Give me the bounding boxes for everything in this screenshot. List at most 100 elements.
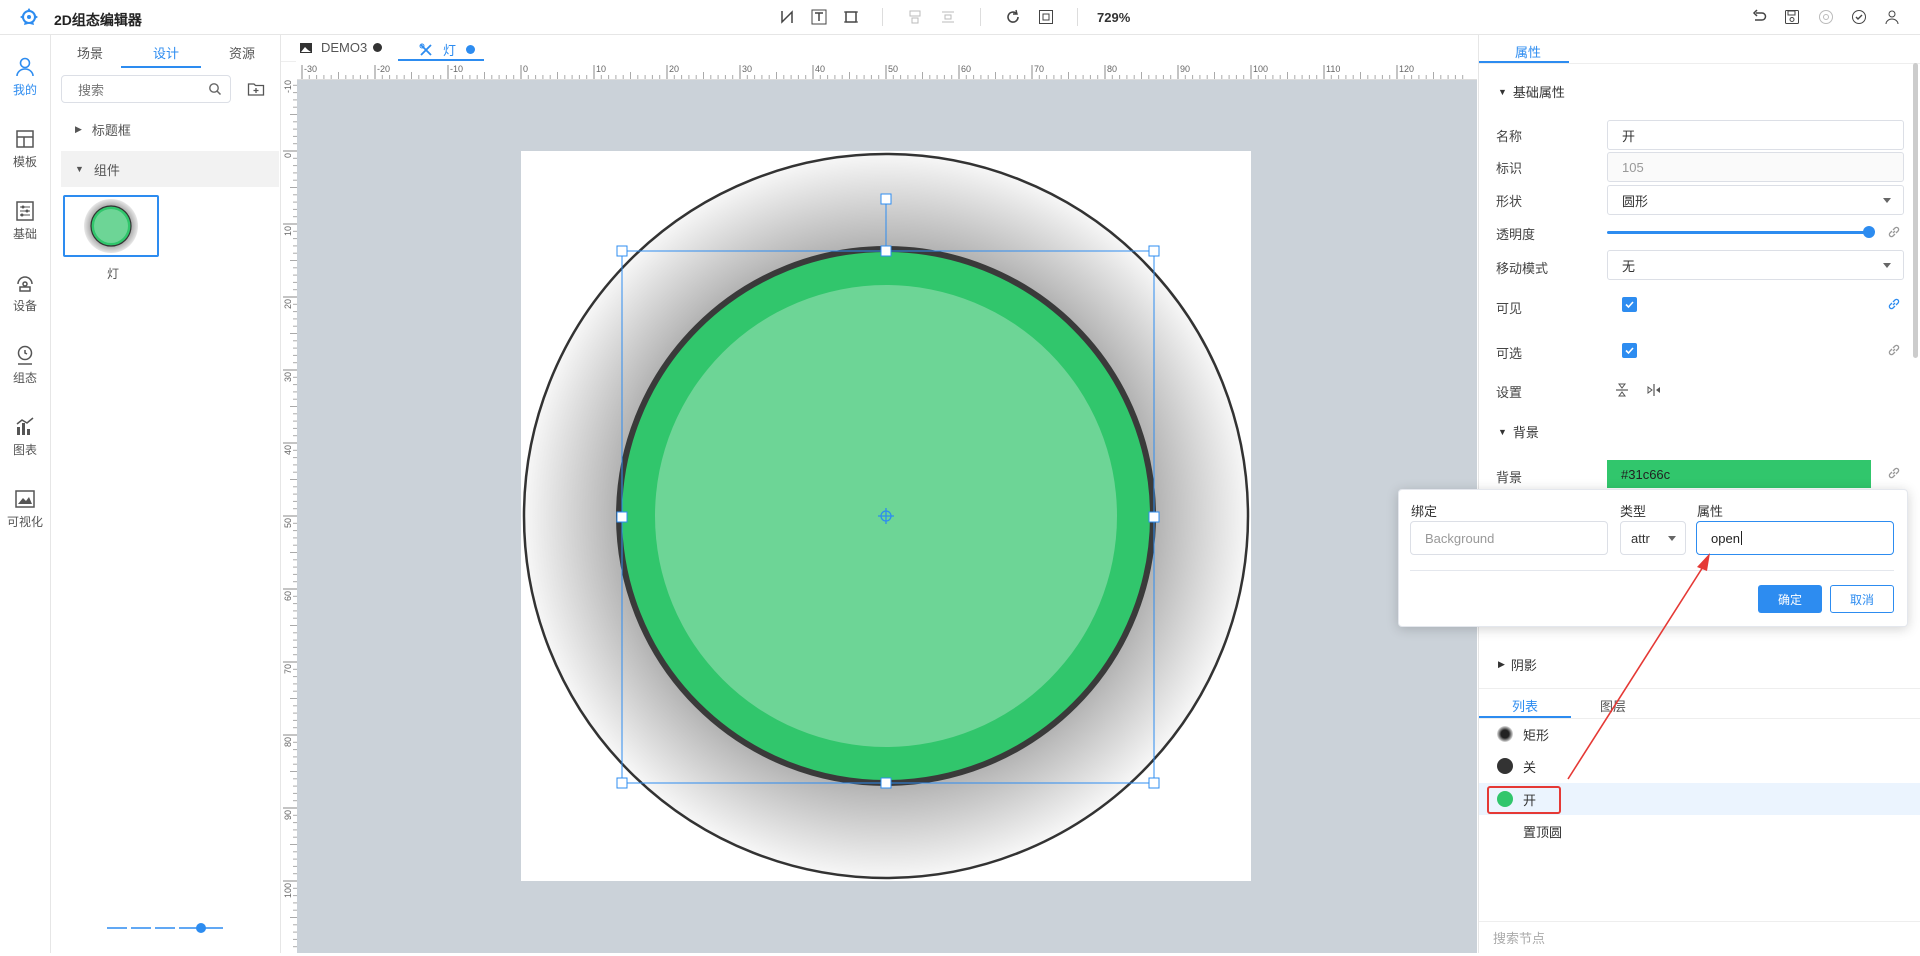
opacity-label: 透明度 [1496,227,1536,242]
zoom-slider[interactable] [105,921,225,935]
background-color-picker[interactable]: #31c66c [1607,460,1871,488]
rotate-handle[interactable] [880,193,892,205]
ruler-label: -10 [283,80,293,93]
attr-input[interactable]: open [1696,521,1894,555]
shape-select[interactable]: 圆形 [1607,185,1904,215]
background-label: 背景 [1496,470,1523,485]
search-box [61,75,231,103]
tree-label: 组件 [93,162,120,178]
tab-demo3[interactable]: DEMO3 [299,40,383,55]
ruler-label: 90 [1180,64,1190,74]
save-icon[interactable] [1782,7,1802,27]
opacity-slider-handle[interactable] [1863,226,1875,238]
preview-icon[interactable] [1816,7,1836,27]
component-thumbnail[interactable] [63,195,159,257]
ruler-label: 20 [669,64,679,74]
id-label: 标识 [1496,161,1523,176]
ruler-label: 60 [961,64,971,74]
chart-icon [16,417,34,435]
rail-item-template[interactable]: 模板 [0,119,50,179]
rail-item-visual[interactable]: 可视化 [0,479,50,539]
opacity-slider-track[interactable] [1607,231,1871,234]
search-node-input[interactable]: 搜索节点 [1479,921,1920,953]
rail-item-config[interactable]: 组态 [0,335,50,395]
rail-label: 我的 [12,83,37,97]
tree-node-components[interactable]: ▼ 组件 [61,151,279,187]
rail-item-basic[interactable]: 基础 [0,191,50,251]
text-tool-icon[interactable] [809,7,829,27]
link-icon[interactable] [1887,225,1901,239]
layer-thumb-icon [1497,726,1513,742]
check-icon [1625,347,1634,355]
zoom-level[interactable]: 729% [1097,10,1130,25]
flip-vertical-icon[interactable] [1614,382,1630,398]
config-icon [17,345,33,365]
visible-checkbox[interactable] [1622,297,1637,312]
move-mode-select[interactable]: 无 [1607,250,1904,280]
tab-design[interactable]: 设计 [153,43,179,62]
ruler-label: -20 [377,64,390,74]
cancel-button[interactable]: 取消 [1830,585,1894,613]
undo-icon[interactable] [1749,7,1769,27]
tab-properties[interactable]: 属性 [1515,42,1541,61]
layer-item-top-circle[interactable]: 置顶圆 [1479,815,1920,847]
lamp-preview-icon [84,199,138,253]
new-folder-icon[interactable] [247,80,265,98]
confirm-button[interactable]: 确定 [1758,585,1822,613]
fit-screen-icon[interactable] [1036,7,1056,27]
rectangle-tool-icon[interactable] [841,7,861,27]
publish-icon[interactable] [1849,7,1869,27]
tab-list[interactable]: 列表 [1512,696,1538,715]
name-field[interactable]: 开 [1607,120,1904,150]
text-caret [1740,531,1742,545]
ruler-label: 70 [1034,64,1044,74]
section-title: 背景 [1512,425,1539,440]
rail-item-mine[interactable]: 我的 [0,47,50,107]
search-icon[interactable] [208,82,222,96]
distribute-icon[interactable] [938,7,958,27]
search-input[interactable] [76,77,210,103]
layer-thumb-icon [1497,758,1513,774]
link-icon[interactable] [1887,297,1901,311]
caret-down-icon: ▼ [1498,86,1507,97]
tab-resource[interactable]: 资源 [229,43,255,62]
image-icon [300,42,312,53]
section-basic-props[interactable]: ▼ 基础属性 [1498,82,1565,101]
type-value: attr [1631,530,1650,546]
account-icon[interactable] [1882,7,1902,27]
rail-label: 可视化 [6,515,43,529]
ruler-label: -10 [450,64,463,74]
link-icon[interactable] [1887,343,1901,357]
section-background[interactable]: ▼ 背景 [1498,422,1539,441]
flip-horizontal-icon[interactable] [1646,382,1662,398]
layer-label: 关 [1523,759,1537,775]
vertical-ruler: -10 0 10 20 30 40 50 60 70 80 90 100 [281,77,298,953]
tab-lamp[interactable]: 灯 [419,40,476,59]
sliders-icon [16,201,34,221]
rail-label: 基础 [12,227,37,241]
toolbar-divider [882,8,883,26]
ruler-label: 100 [283,883,293,898]
tab-scene[interactable]: 场景 [77,43,103,62]
doc-tab-label: DEMO3 [321,40,368,55]
link-icon[interactable] [1887,466,1901,480]
artboard[interactable] [521,151,1251,881]
refresh-icon[interactable] [1003,7,1023,27]
tree-node-title-box[interactable]: ▶ 标题框 [61,111,279,147]
scrollbar[interactable] [1913,63,1918,358]
rail-label: 图表 [12,443,37,457]
section-shadow[interactable]: ▶ 阴影 [1498,655,1537,674]
rail-item-chart[interactable]: 图表 [0,407,50,467]
connector-icon[interactable] [777,7,797,27]
app-logo-icon [20,8,38,25]
ruler-label: 80 [283,737,293,747]
check-icon [1625,301,1634,309]
align-icon[interactable] [905,7,925,27]
ruler-label: 30 [283,372,293,382]
rail-item-device[interactable]: 设备 [0,263,50,323]
component-label: 灯 [106,267,119,281]
tree-label: 标题框 [91,122,131,138]
name-label: 名称 [1496,129,1523,144]
selectable-checkbox[interactable] [1622,343,1637,358]
id-field[interactable]: 105 [1607,152,1904,182]
